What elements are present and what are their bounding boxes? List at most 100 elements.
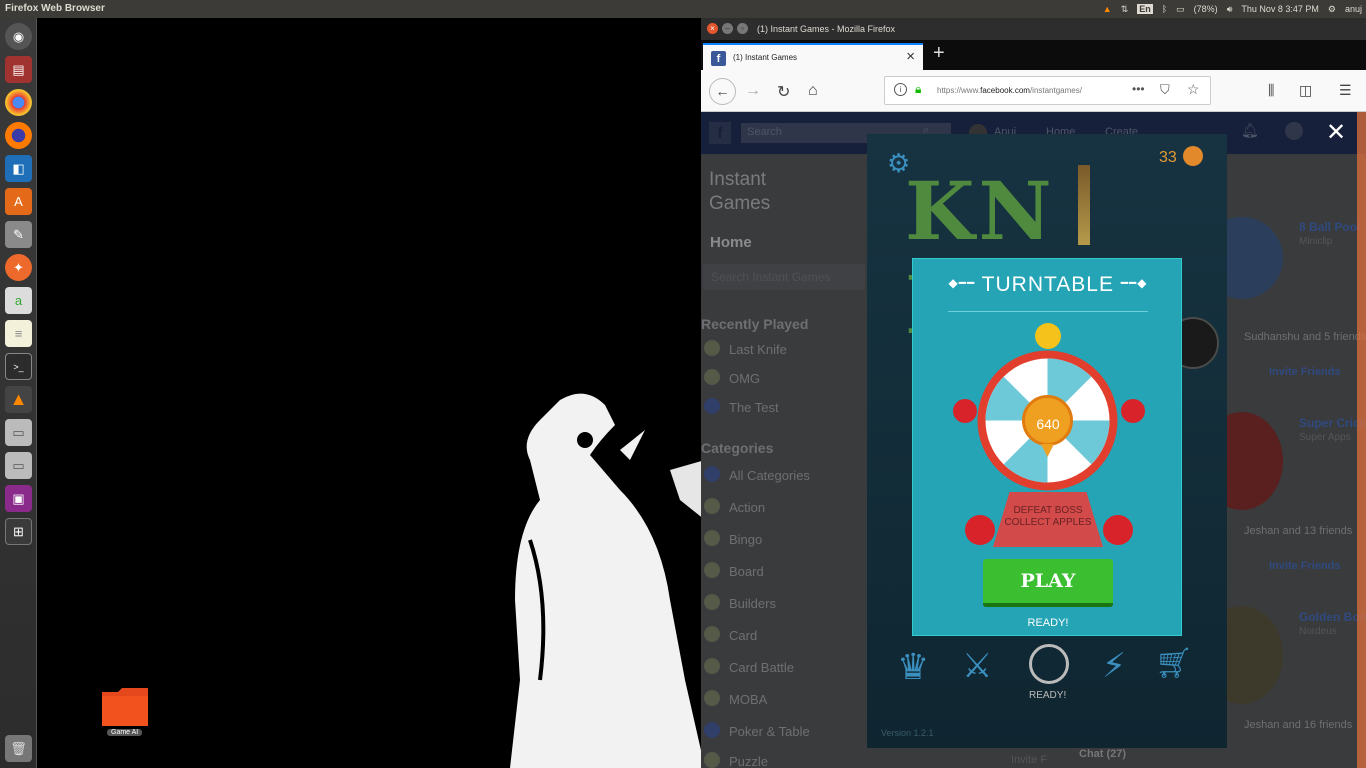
play-button[interactable]: PLAY	[983, 559, 1113, 607]
active-app-title: Firefox Web Browser	[5, 3, 105, 14]
settings-icon[interactable]: ✎	[5, 221, 32, 248]
url-domain: facebook.com	[980, 86, 1030, 95]
apple-icon	[1183, 146, 1203, 166]
compass-icon[interactable]: ✦	[5, 254, 32, 281]
trash-icon[interactable]: 🗑︎	[5, 735, 32, 762]
help-icon[interactable]	[1285, 122, 1303, 140]
knife-shop-icon[interactable]: ⚔	[962, 646, 1002, 686]
turntable-icon[interactable]	[1029, 644, 1069, 684]
panel-title: ◆━━ TURNTABLE ━━◆	[913, 273, 1183, 297]
bluetooth-icon[interactable]: ᛒ	[1162, 4, 1167, 14]
game-card-publisher: Nordeus	[1299, 626, 1337, 637]
category-item[interactable]: MOBA	[729, 692, 767, 707]
forward-button[interactable]: →	[745, 82, 761, 100]
bookmark-star-icon[interactable]: ☆	[1187, 81, 1200, 98]
gear-icon[interactable]: ⚙	[1328, 4, 1336, 15]
search-games-input[interactable]: Search Instant Games	[703, 264, 865, 290]
category-item[interactable]: Puzzle	[729, 754, 768, 768]
category-item[interactable]: All Categories	[729, 468, 810, 483]
orange-scroll-edge	[1357, 112, 1366, 768]
clock[interactable]: Thu Nov 8 3:47 PM	[1241, 4, 1319, 14]
vlc-tray-icon[interactable]: ▲	[1103, 4, 1112, 14]
crown-icon[interactable]: ♛	[897, 646, 937, 687]
desktop-folder-icon[interactable]	[102, 688, 148, 726]
window-titlebar: × – ▫ (1) Instant Games - Mozilla Firefo…	[701, 18, 1366, 40]
pocket-icon[interactable]: ⛉	[1160, 82, 1170, 98]
page-actions-icon[interactable]: •••	[1132, 82, 1145, 96]
info-icon[interactable]: i	[894, 83, 907, 96]
panel-title-text: TURNTABLE	[981, 273, 1114, 296]
firefox-icon[interactable]	[5, 122, 32, 149]
title-divider	[948, 311, 1148, 312]
lock-icon[interactable]: 🔒︎	[915, 82, 921, 97]
battery-icon[interactable]: ▭	[1176, 4, 1185, 15]
window-title: (1) Instant Games - Mozilla Firefox	[757, 24, 896, 34]
window-maximize-button[interactable]: ▫	[737, 23, 748, 34]
category-item[interactable]: Card	[729, 628, 757, 643]
notes-icon[interactable]: ≡	[5, 320, 32, 347]
category-item[interactable]: Poker & Table	[729, 724, 810, 739]
window-close-button[interactable]: ×	[707, 23, 718, 34]
text-editor-icon[interactable]: a	[5, 287, 32, 314]
files-icon[interactable]: ▤	[5, 56, 32, 83]
category-item[interactable]: Board	[729, 564, 764, 579]
recent-game-item[interactable]: The Test	[729, 400, 779, 415]
cart-icon[interactable]: 🛒︎	[1155, 646, 1195, 686]
game-icon	[704, 369, 720, 385]
invite-friends-button[interactable]: Invite F	[1011, 754, 1047, 766]
game-card-publisher: Super Apps	[1299, 432, 1351, 443]
game-card-title[interactable]: Golden Boot	[1299, 610, 1366, 624]
keyboard-language-indicator[interactable]: En	[1137, 4, 1153, 14]
url-path: /instantgames/	[1029, 86, 1082, 95]
sidebar-home[interactable]: Home	[710, 234, 752, 251]
facebook-logo-icon[interactable]: f	[709, 122, 731, 144]
url-bar[interactable]: i 🔒︎ https://www.facebook.com/instantgam…	[884, 76, 1211, 105]
software-icon[interactable]: A	[5, 188, 32, 215]
system-tray: ▲ ⇅ En ᛒ ▭ (78%) 🔊︎ Thu Nov 8 3:47 PM ⚙ …	[1103, 0, 1362, 18]
lightning-icon[interactable]: ⚡︎	[1102, 646, 1142, 686]
category-icon	[704, 594, 720, 610]
category-item[interactable]: Card Battle	[729, 660, 794, 675]
facebook-page: f Search ⌕ Anuj Home Create 🔔︎ Instant G…	[701, 112, 1366, 768]
category-icon	[704, 658, 720, 674]
notifications-icon[interactable]: 🔔︎	[1241, 122, 1259, 139]
desktop-folder-label[interactable]: Game AI	[107, 729, 143, 736]
user-name[interactable]: anuj	[1345, 4, 1362, 14]
home-button[interactable]: ⌂	[808, 82, 818, 100]
volume-icon[interactable]: 🔊︎	[1227, 4, 1233, 15]
disk2-icon[interactable]: ▭	[5, 452, 32, 479]
invite-friends-button[interactable]: Invite Friends	[1269, 366, 1341, 378]
reload-button[interactable]: ↻	[777, 82, 790, 102]
game-card-title[interactable]: Super Cricket	[1299, 416, 1366, 430]
browser-tab[interactable]: f (1) Instant Games ×	[703, 43, 923, 70]
tab-close-icon[interactable]: ×	[906, 48, 915, 65]
category-item[interactable]: Action	[729, 500, 765, 515]
window-minimize-button[interactable]: –	[722, 23, 733, 34]
vlc-icon[interactable]: ▲	[5, 386, 32, 413]
game-card-friends: Sudhanshu and 5 friends	[1244, 331, 1366, 343]
library-icon[interactable]: ⫼	[1268, 82, 1274, 99]
recent-game-item[interactable]: Last Knife	[729, 342, 787, 357]
category-item[interactable]: Builders	[729, 596, 776, 611]
boss-text: DEFEAT BOSS COLLECT APPLES	[993, 505, 1103, 529]
menu-icon[interactable]: ☰	[1339, 82, 1352, 99]
network-icon[interactable]: ⇅	[1121, 4, 1129, 15]
chrome-icon[interactable]	[5, 89, 32, 116]
page-title: Instant Games	[709, 169, 771, 214]
desktop-icon[interactable]: ▣	[5, 485, 32, 512]
recent-game-item[interactable]: OMG	[729, 371, 760, 386]
vscode-icon[interactable]: ◧	[5, 155, 32, 182]
disk-icon[interactable]: ▭	[5, 419, 32, 446]
terminal-icon[interactable]: >_	[5, 353, 32, 380]
close-game-button[interactable]: ✕	[1326, 118, 1346, 147]
category-item[interactable]: Bingo	[729, 532, 762, 547]
back-button[interactable]: ←	[709, 78, 736, 105]
sidebar-icon[interactable]: ◫	[1299, 82, 1312, 99]
chat-bar-label[interactable]: Chat (27)	[1079, 748, 1126, 760]
workspace-icon[interactable]: ⊞	[5, 518, 32, 545]
dash-icon[interactable]: ◉	[5, 23, 32, 50]
battery-percent[interactable]: (78%)	[1194, 4, 1218, 14]
invite-friends-button[interactable]: Invite Friends	[1269, 560, 1341, 572]
game-card-title[interactable]: 8 Ball Pool	[1299, 220, 1360, 234]
new-tab-button[interactable]: +	[933, 42, 945, 65]
